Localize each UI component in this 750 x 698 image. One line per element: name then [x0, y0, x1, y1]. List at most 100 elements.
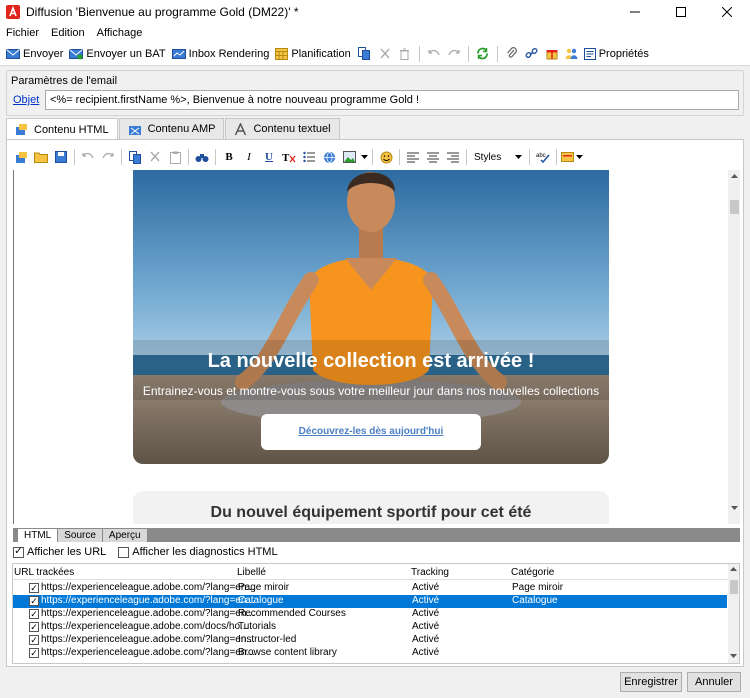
table-row[interactable]: ✓ https://experienceleague.adobe.com/doc…: [13, 621, 727, 634]
tab-text-content[interactable]: Contenu textuel: [225, 118, 340, 139]
editor-cut-icon[interactable]: [145, 147, 165, 167]
image-dropdown-icon[interactable]: [359, 147, 369, 167]
send-label: Envoyer: [23, 47, 64, 60]
hero-subtitle: Entrainez-vous et montre-vous sous votre…: [142, 384, 600, 398]
align-right-icon[interactable]: [443, 147, 463, 167]
underline-icon[interactable]: U: [259, 147, 279, 167]
save-icon[interactable]: [51, 147, 71, 167]
open-folder-icon[interactable]: [31, 147, 51, 167]
italic-icon[interactable]: I: [239, 147, 259, 167]
url-options: ✓ Afficher les URL Afficher les diagnost…: [13, 546, 290, 558]
row-checkbox[interactable]: ✓: [29, 596, 39, 606]
menu-edit[interactable]: Edition: [45, 27, 91, 39]
table-row[interactable]: ✓ https://experienceleague.adobe.com/?la…: [13, 647, 727, 660]
gift-icon[interactable]: [542, 44, 562, 64]
row-checkbox[interactable]: ✓: [29, 635, 39, 645]
row-checkbox[interactable]: ✓: [29, 583, 39, 593]
column-header-category[interactable]: Catégorie: [511, 567, 554, 578]
editor-separator: [399, 149, 400, 165]
inbox-rendering-button[interactable]: Inbox Rendering: [170, 44, 274, 64]
maximize-icon[interactable]: [658, 0, 704, 24]
editor-redo-icon[interactable]: [98, 147, 118, 167]
column-header-url[interactable]: URL trackées: [14, 567, 74, 578]
align-left-icon[interactable]: [403, 147, 423, 167]
properties-button[interactable]: Propriétés: [582, 44, 653, 64]
send-proof-button[interactable]: Envoyer un BAT: [67, 44, 169, 64]
emoji-icon[interactable]: [376, 147, 396, 167]
subject-input[interactable]: [45, 90, 739, 110]
attachment-icon[interactable]: [502, 44, 522, 64]
menu-view[interactable]: Affichage: [91, 27, 149, 39]
clear-format-icon[interactable]: T: [279, 147, 299, 167]
spellcheck-icon[interactable]: abc: [533, 147, 553, 167]
minimize-icon[interactable]: [612, 0, 658, 24]
subject-link[interactable]: Objet: [13, 94, 39, 106]
table-row[interactable]: ✓ https://experienceleague.adobe.com/?la…: [13, 608, 727, 621]
table-scroll-thumb[interactable]: [730, 580, 738, 594]
planning-button[interactable]: Planification: [273, 44, 354, 64]
refresh-icon[interactable]: [473, 44, 493, 64]
delete-icon[interactable]: [395, 44, 415, 64]
cta-button[interactable]: Découvrez-les dès aujourd'hui: [261, 414, 481, 450]
email-preview[interactable]: La nouvelle collection est arrivée ! Ent…: [13, 170, 740, 524]
tab-amp-content[interactable]: Contenu AMP: [118, 118, 225, 139]
save-button[interactable]: Enregistrer: [620, 672, 682, 692]
scroll-thumb[interactable]: [730, 200, 739, 214]
row-label: Page miroir: [238, 582, 290, 593]
table-scrollbar[interactable]: [728, 564, 739, 663]
link-icon[interactable]: [522, 44, 542, 64]
new-content-icon[interactable]: [11, 147, 31, 167]
tab-html-content[interactable]: Contenu HTML: [6, 118, 118, 140]
insert-link-globe-icon[interactable]: [319, 147, 339, 167]
cut-icon[interactable]: [375, 44, 395, 64]
preview-scrollbar[interactable]: [728, 170, 740, 524]
row-tracking: Activé: [412, 582, 440, 593]
redo-icon[interactable]: [444, 44, 464, 64]
tab-html-source[interactable]: HTML: [18, 529, 59, 542]
show-diagnostics-checkbox[interactable]: [118, 546, 130, 558]
bullet-list-icon[interactable]: [299, 147, 319, 167]
hero-image: La nouvelle collection est arrivée ! Ent…: [133, 170, 609, 464]
insert-image-icon[interactable]: [339, 147, 359, 167]
editor-copy-icon[interactable]: [125, 147, 145, 167]
table-row[interactable]: ✓ https://experienceleague.adobe.com/?la…: [13, 634, 727, 647]
menu-file[interactable]: Fichier: [0, 27, 45, 39]
column-header-tracking[interactable]: Tracking: [411, 567, 449, 578]
tab-preview[interactable]: Aperçu: [102, 529, 148, 542]
close-icon[interactable]: [704, 0, 750, 24]
table-scroll-down-icon[interactable]: [730, 654, 737, 658]
row-url: https://experienceleague.adobe.com/docs/…: [41, 621, 249, 632]
row-tracking: Activé: [412, 647, 440, 658]
row-category: Catalogue: [512, 595, 558, 606]
row-checkbox[interactable]: ✓: [29, 622, 39, 632]
row-url: https://experienceleague.adobe.com/?lang…: [41, 608, 255, 619]
cancel-button[interactable]: Annuler: [687, 672, 741, 692]
table-row[interactable]: ✓ https://experienceleague.adobe.com/?la…: [13, 595, 727, 608]
title-bar: Diffusion 'Bienvenue au programme Gold (…: [0, 0, 750, 24]
editor-undo-icon[interactable]: [78, 147, 98, 167]
people-icon[interactable]: [562, 44, 582, 64]
row-checkbox[interactable]: ✓: [29, 609, 39, 619]
send-button[interactable]: Envoyer: [4, 44, 67, 64]
row-label: Browse content library: [238, 647, 337, 658]
row-category: Page miroir: [512, 582, 564, 593]
row-label: Instructor-led: [238, 634, 297, 645]
align-center-icon[interactable]: [423, 147, 443, 167]
table-scroll-up-icon[interactable]: [730, 567, 737, 571]
scroll-down-icon[interactable]: [731, 506, 738, 510]
bold-icon[interactable]: B: [219, 147, 239, 167]
html-content-icon: [16, 124, 27, 135]
copy-icon[interactable]: [355, 44, 375, 64]
find-binoculars-icon[interactable]: [192, 147, 212, 167]
scroll-up-icon[interactable]: [731, 174, 738, 178]
svg-text:T: T: [282, 152, 290, 163]
tab-source[interactable]: Source: [58, 529, 103, 542]
column-header-label[interactable]: Libellé: [237, 567, 266, 578]
row-checkbox[interactable]: ✓: [29, 648, 39, 658]
show-urls-checkbox[interactable]: ✓: [13, 546, 24, 558]
styles-dropdown[interactable]: Styles: [470, 152, 526, 163]
table-row[interactable]: ✓ https://experienceleague.adobe.com/?la…: [13, 582, 727, 595]
personalization-icon[interactable]: [560, 147, 584, 167]
undo-icon[interactable]: [424, 44, 444, 64]
editor-paste-icon[interactable]: [165, 147, 185, 167]
